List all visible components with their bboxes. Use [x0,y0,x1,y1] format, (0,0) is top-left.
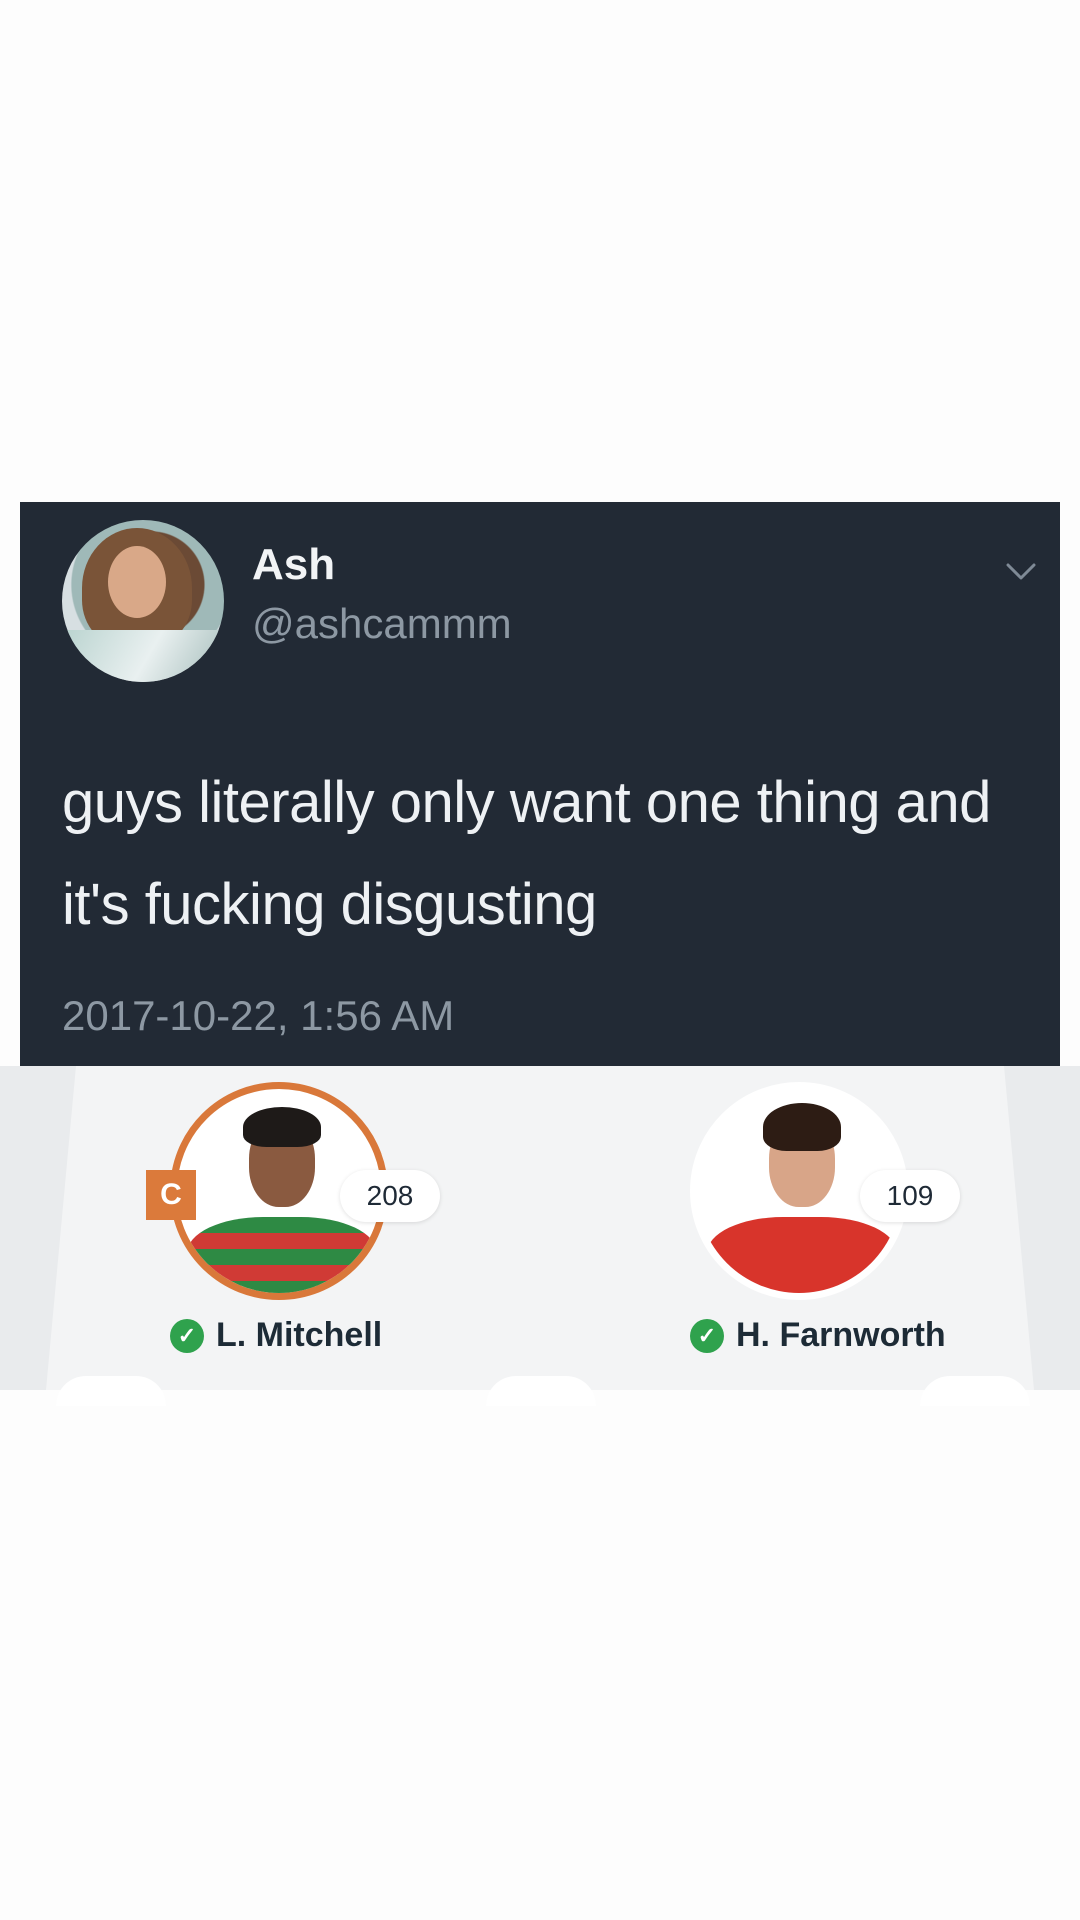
player-name-row: ✓ H. Farnworth [690,1316,946,1355]
check-circle-icon: ✓ [690,1318,724,1353]
chevron-down-icon[interactable] [1004,554,1038,588]
player-card-peek [920,1376,1030,1406]
player-name-row: ✓ L. Mitchell [170,1316,382,1355]
player-card[interactable]: 109 ✓ H. Farnworth [650,1082,960,1362]
player-card[interactable]: C 208 ✓ L. Mitchell [130,1082,440,1362]
check-circle-icon: ✓ [170,1318,204,1353]
team-panel: C 208 ✓ L. Mitchell 109 ✓ H. Farnworth [0,1066,1080,1406]
user-avatar[interactable] [62,520,224,682]
display-name[interactable]: Ash [252,540,335,590]
player-name: H. Farnworth [736,1316,946,1354]
captain-badge: C [146,1170,196,1220]
player-name: L. Mitchell [216,1316,383,1354]
player-card-peek [56,1376,166,1406]
tweet-timestamp: 2017-10-22, 1:56 AM [62,992,455,1039]
player-score: 208 [340,1170,440,1222]
player-card-peek [486,1376,596,1406]
user-handle[interactable]: @ashcammm [252,600,512,648]
player-score: 109 [860,1170,960,1222]
tweet-card: Ash @ashcammm guys literally only want o… [20,502,1060,1066]
tweet-text: guys literally only want one thing and i… [62,770,991,937]
